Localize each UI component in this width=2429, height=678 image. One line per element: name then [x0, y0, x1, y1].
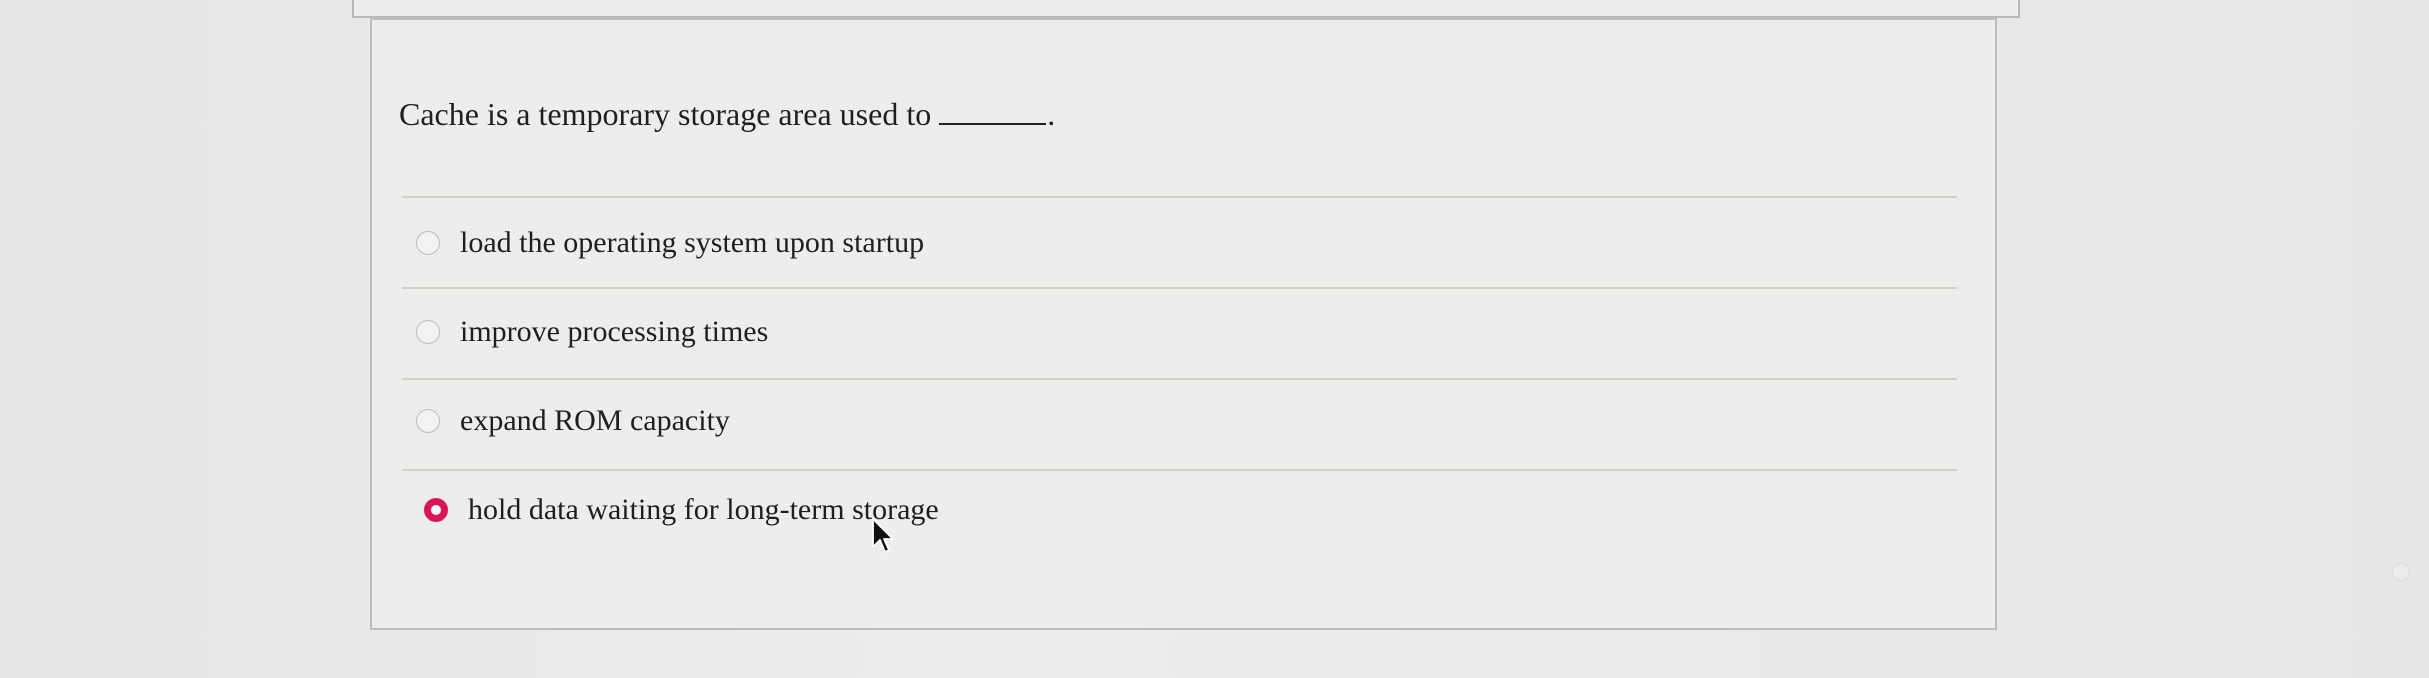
answer-option-load-os[interactable]: load the operating system upon startup — [416, 223, 924, 263]
radio-button-icon[interactable] — [416, 409, 440, 433]
divider — [402, 378, 1957, 380]
option-label: improve processing times — [460, 315, 769, 348]
question-prompt: Cache is a temporary storage area used t… — [399, 98, 1055, 130]
divider — [402, 469, 1957, 471]
radio-button-icon[interactable] — [416, 320, 440, 344]
answer-blank — [939, 123, 1047, 125]
answer-option-expand-rom[interactable]: expand ROM capacity — [416, 401, 730, 441]
question-card: Cache is a temporary storage area used t… — [370, 18, 1997, 630]
question-period: . — [1047, 96, 1056, 132]
option-label: load the operating system upon startup — [460, 226, 925, 259]
option-label: hold data waiting for long-term storage — [468, 493, 939, 526]
option-label: expand ROM capacity — [460, 404, 730, 437]
divider — [402, 196, 1957, 198]
divider — [402, 287, 1957, 289]
mouse-pointer-icon — [872, 518, 894, 553]
top-frame — [352, 0, 2020, 18]
question-prompt-text: Cache is a temporary storage area used t… — [399, 96, 932, 132]
radio-button-icon[interactable] — [416, 231, 440, 255]
answer-option-hold-data[interactable]: hold data waiting for long-term storage — [424, 490, 939, 530]
answer-option-improve-processing[interactable]: improve processing times — [416, 312, 768, 352]
radio-button-icon[interactable] — [424, 498, 448, 522]
circle-dot-icon — [2392, 563, 2410, 581]
